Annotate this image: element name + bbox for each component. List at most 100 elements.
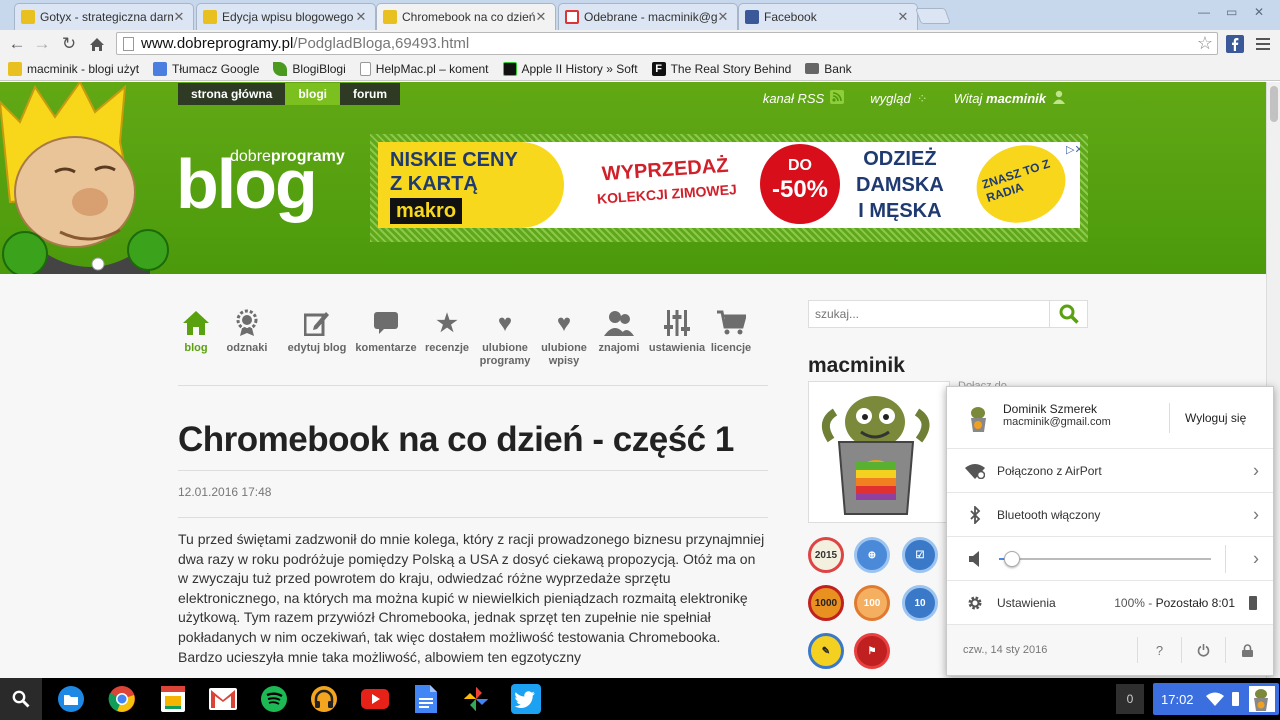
- blog-nav-item-recenzje[interactable]: ★ recenzje: [422, 308, 472, 385]
- chrome-app-icon[interactable]: [106, 683, 138, 715]
- volume-slider-track[interactable]: [999, 558, 1211, 560]
- search-input[interactable]: [808, 300, 1050, 328]
- minimize-icon[interactable]: —: [1198, 5, 1210, 19]
- reload-icon[interactable]: ↻: [58, 33, 80, 55]
- blog-logo[interactable]: blog: [176, 144, 318, 224]
- bookmark-label: BlogiBlogi: [292, 61, 346, 76]
- blog-nav-item-ustawienia[interactable]: ustawienia: [648, 308, 706, 385]
- ad-choices-icon[interactable]: ▷✕: [1066, 143, 1080, 156]
- close-tab-icon[interactable]: ✕: [173, 9, 185, 25]
- photos-app-icon[interactable]: [460, 683, 492, 715]
- browser-tab[interactable]: Odebrane - macminik@gm ✕: [558, 3, 738, 30]
- blog-nav-item-znajomi[interactable]: znajomi: [594, 308, 644, 385]
- badge-100-icon[interactable]: 100: [854, 585, 890, 621]
- rss-link[interactable]: kanał RSS: [763, 90, 845, 107]
- browser-tab[interactable]: Gotyx - strategiczna darm ✕: [14, 3, 194, 30]
- volume-slider-knob[interactable]: [1003, 551, 1020, 567]
- bookmark-item[interactable]: Tłumacz Google: [153, 61, 259, 76]
- lock-button[interactable]: [1225, 637, 1269, 663]
- bookmark-label: Apple II History » Soft: [521, 61, 638, 76]
- forward-icon[interactable]: →: [31, 33, 53, 55]
- look-link[interactable]: wygląd ⁘: [870, 90, 927, 107]
- menu-icon[interactable]: [1252, 33, 1274, 55]
- blog-nav-item-odznaki[interactable]: odznaki: [218, 308, 276, 385]
- close-tab-icon[interactable]: ✕: [355, 9, 367, 25]
- blog-nav-item-edytuj[interactable]: edytuj blog: [286, 308, 348, 385]
- chevron-right-icon[interactable]: ›: [1253, 548, 1259, 569]
- docs-app-icon[interactable]: [410, 683, 442, 715]
- badge-checkbox-icon[interactable]: ☑: [902, 537, 938, 573]
- blog-nav-item-ulubione-programy[interactable]: ♥ ulubione programy: [478, 308, 532, 385]
- tray-bluetooth-row[interactable]: Bluetooth włączony ›: [947, 493, 1273, 537]
- bluetooth-icon: [965, 505, 985, 524]
- home-icon[interactable]: [86, 33, 108, 55]
- badge-2015-icon[interactable]: 2015: [808, 537, 844, 573]
- bookmark-item[interactable]: HelpMac.pl – koment: [359, 61, 489, 76]
- bookmark-star-icon[interactable]: ☆: [1197, 33, 1213, 54]
- advertisement-banner[interactable]: NISKIE CENY Z KARTĄ makro WYPRZEDAŻ KOLEKC…: [370, 134, 1088, 242]
- divider: [1225, 545, 1226, 573]
- app-launcher-button[interactable]: [0, 678, 42, 720]
- tab-title: Gotyx - strategiczna darm: [40, 10, 173, 24]
- badge-network-icon[interactable]: ⊕: [854, 537, 890, 573]
- new-tab-button[interactable]: [915, 8, 951, 24]
- spotify-app-icon[interactable]: [258, 683, 290, 715]
- badge-pen-icon[interactable]: ✎: [808, 633, 844, 669]
- blog-nav-item-komentarze[interactable]: komentarze: [354, 308, 418, 385]
- sign-out-button[interactable]: Wyloguj się: [1185, 411, 1246, 425]
- welcome-username[interactable]: macminik: [986, 91, 1046, 106]
- maximize-icon[interactable]: ▭: [1226, 5, 1237, 19]
- power-button[interactable]: [1181, 637, 1225, 663]
- close-window-icon[interactable]: ✕: [1254, 5, 1264, 19]
- blog-nav-label: licencje: [710, 342, 752, 354]
- volume-icon[interactable]: [965, 550, 985, 567]
- blog-nav-label: edytuj blog: [287, 342, 347, 354]
- nav-home-link[interactable]: strona główna: [178, 83, 286, 105]
- chevron-right-icon: ›: [1253, 504, 1259, 524]
- blog-nav-item-blog[interactable]: blog: [178, 308, 214, 385]
- slides-app-icon[interactable]: [157, 683, 189, 715]
- blog-nav-item-ulubione-wpisy[interactable]: ♥ ulubione wpisy: [540, 308, 588, 385]
- badge-flag-icon[interactable]: ⚑: [854, 633, 890, 669]
- bookmark-item[interactable]: BlogiBlogi: [273, 61, 346, 76]
- back-icon[interactable]: ←: [6, 33, 28, 55]
- badge-1000-icon[interactable]: 1000: [808, 585, 844, 621]
- bookmark-item[interactable]: F The Real Story Behind: [651, 61, 791, 76]
- headphones-app-icon[interactable]: [308, 683, 340, 715]
- close-tab-icon[interactable]: ✕: [897, 9, 909, 25]
- bookmark-item[interactable]: Apple II History » Soft: [502, 61, 638, 76]
- close-tab-icon[interactable]: ✕: [717, 9, 729, 25]
- browser-tab[interactable]: Edycja wpisu blogowego ✕: [196, 3, 376, 30]
- tray-settings-row[interactable]: Ustawienia 100% - Pozostało 8:01: [947, 581, 1273, 625]
- twitter-app-icon[interactable]: [510, 683, 542, 715]
- notification-counter[interactable]: 0: [1116, 684, 1144, 714]
- tray-wifi-row[interactable]: Połączono z AirPort ›: [947, 449, 1273, 493]
- scrollbar-thumb[interactable]: [1270, 86, 1278, 122]
- bookmark-folder[interactable]: Bank: [805, 62, 852, 76]
- bookmark-item[interactable]: macminik - blogi użyt: [8, 61, 139, 76]
- facebook-extension-icon[interactable]: [1224, 33, 1246, 55]
- gmail-app-icon[interactable]: [207, 683, 239, 715]
- browser-tab[interactable]: Facebook ✕: [738, 3, 918, 30]
- youtube-app-icon[interactable]: [359, 683, 391, 715]
- status-area-button[interactable]: 17:02: [1153, 683, 1279, 715]
- badge-10-icon[interactable]: 10: [902, 585, 938, 621]
- gmail-favicon-icon: [565, 10, 579, 24]
- address-bar[interactable]: www.dobreprogramy.pl/PodgladBloga,69493.…: [116, 32, 1218, 55]
- tray-footer: czw., 14 sty 2016 ?: [947, 625, 1273, 675]
- user-avatar[interactable]: [808, 381, 950, 523]
- nav-blogs-link[interactable]: blogi: [285, 83, 341, 105]
- ad-clothes: ODZIEŻ DAMSKA I MĘSKA: [856, 148, 944, 222]
- tray-user-email: macminik@gmail.com: [1003, 416, 1111, 428]
- browser-tab-active[interactable]: Chromebook na co dzień ✕: [376, 3, 556, 30]
- nav-forum-link[interactable]: forum: [340, 83, 401, 105]
- blog-nav-item-licencje[interactable]: licencje: [710, 308, 752, 385]
- help-button[interactable]: ?: [1137, 637, 1181, 663]
- tray-date[interactable]: czw., 14 sty 2016: [963, 644, 1047, 656]
- search-icon[interactable]: [1050, 300, 1088, 328]
- page-icon: [359, 61, 371, 76]
- close-tab-icon[interactable]: ✕: [535, 9, 547, 25]
- files-app-icon[interactable]: [55, 683, 87, 715]
- bookmark-favicon-icon: [8, 61, 22, 76]
- sidebar-username[interactable]: macminik: [808, 354, 905, 378]
